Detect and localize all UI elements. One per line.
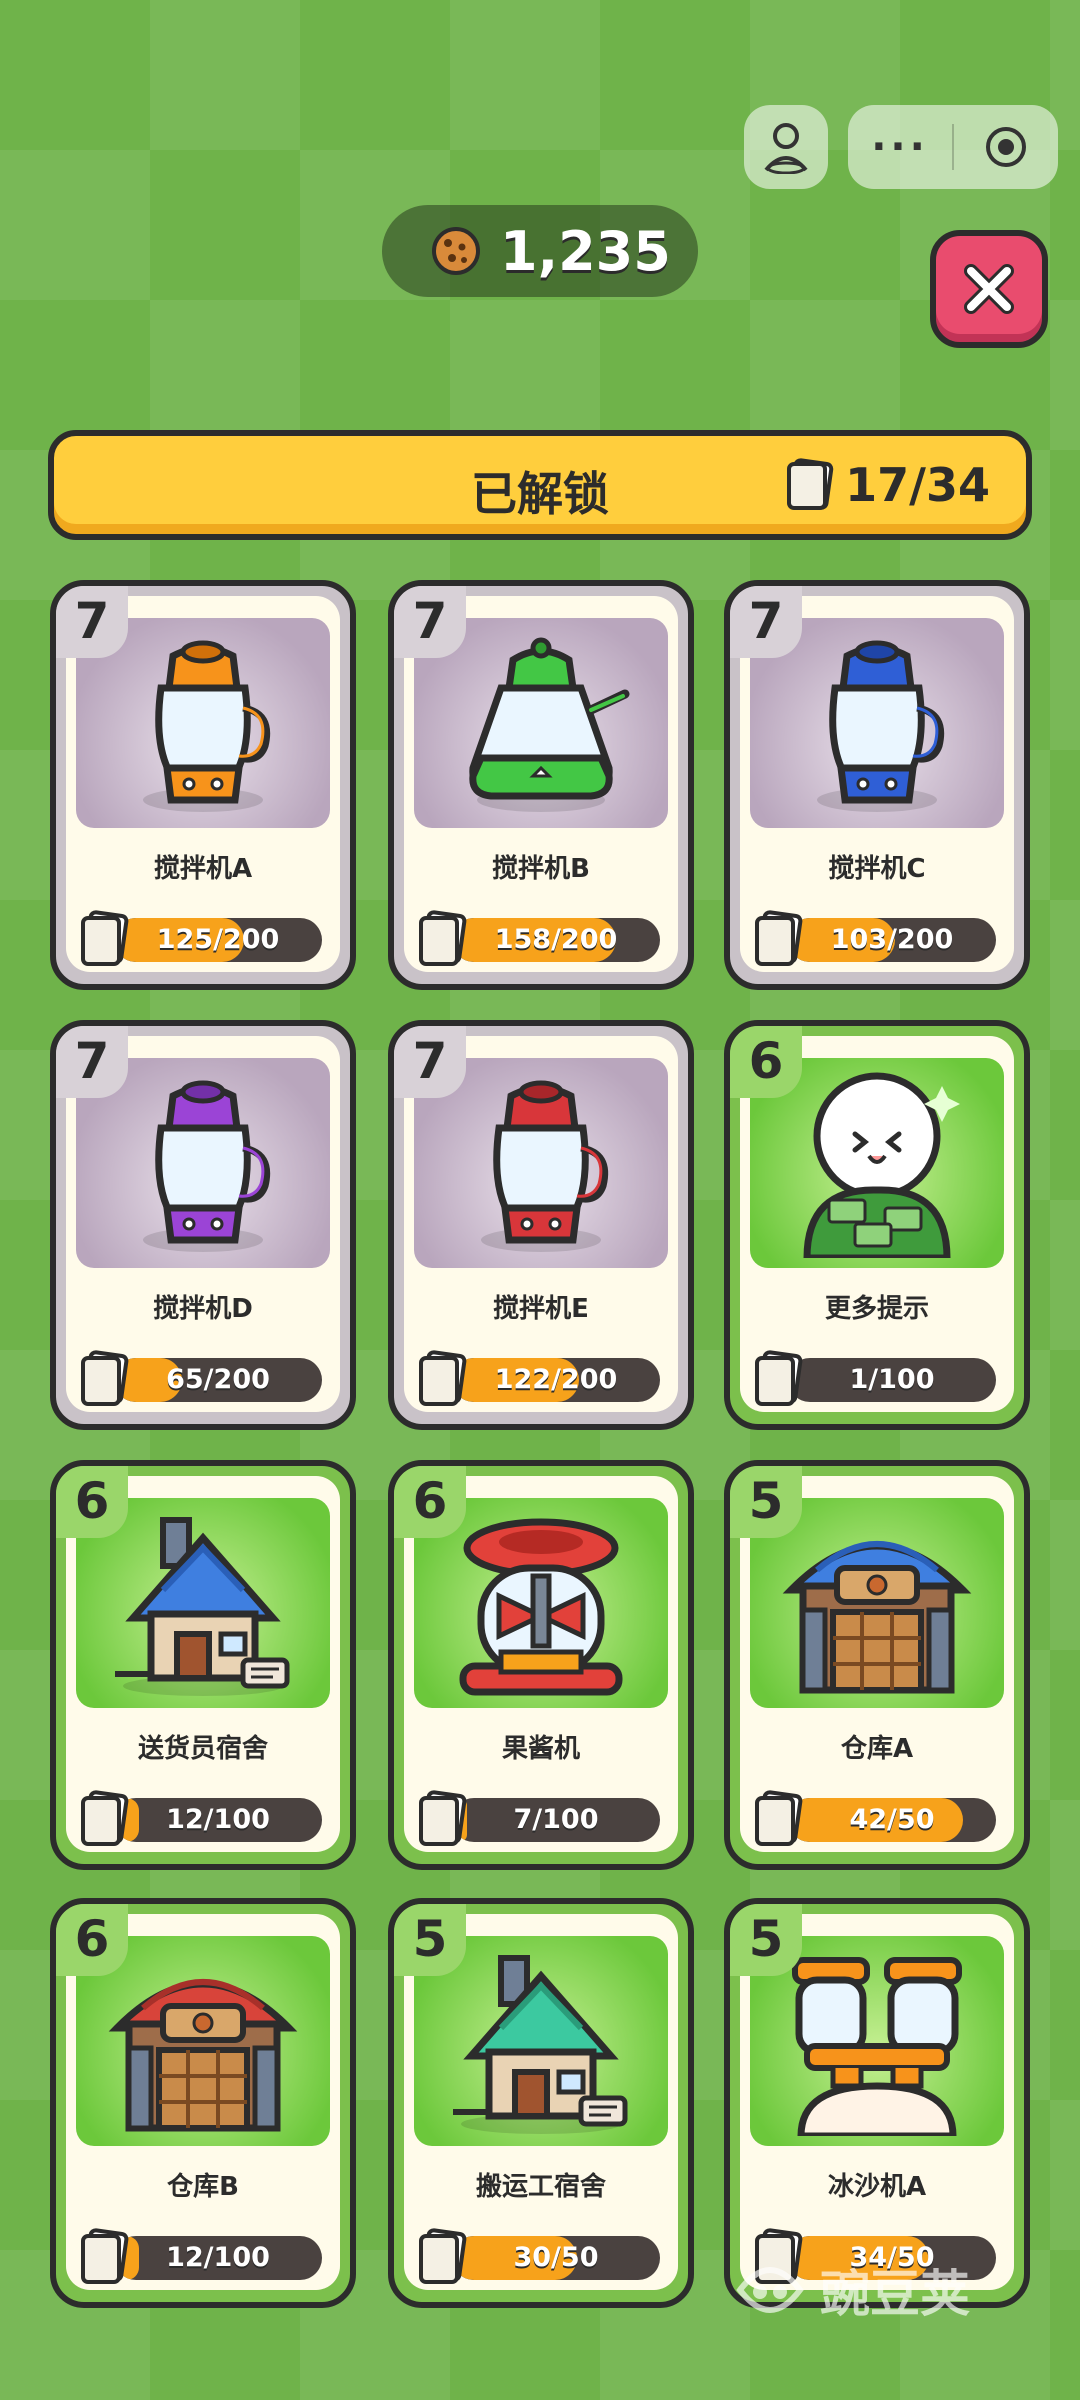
card-scroll-icon [752,1790,804,1848]
building-card[interactable]: 送货员宿舍 12/100 6 [50,1460,356,1870]
building-card[interactable]: 更多提示 1/100 6 [724,1020,1030,1430]
exit-miniprogram-button[interactable] [954,124,1058,170]
card-name: 搅拌机E [493,1294,589,1324]
card-name: 搅拌机A [153,854,253,884]
target-icon [986,127,1026,167]
building-card[interactable]: 搅拌机C 103/200 7 [724,580,1030,990]
card-scroll-icon [416,1350,468,1408]
close-icon [964,264,1014,314]
card-name: 果酱机 [501,1734,580,1764]
progress-bar: 7/100 [452,1798,660,1842]
progress-text: 158/200 [494,924,618,955]
card-scroll-icon [78,1790,130,1848]
level-badge: 7 [56,586,128,658]
progress-bar: 158/200 [452,918,660,962]
close-button[interactable] [930,230,1048,348]
level-badge: 7 [394,1026,466,1098]
unlocked-count-text: 17/34 [845,458,990,512]
card-name: 冰沙机A [827,2172,927,2202]
building-card[interactable]: 搅拌机A 125/200 7 [50,580,356,990]
pea-logo-icon [736,2267,804,2313]
cookie-icon [432,227,480,275]
level-badge: 5 [394,1904,466,1976]
progress-text: 125/200 [156,924,280,955]
card-scroll-icon [416,2228,468,2286]
card-stack-icon [787,458,834,510]
progress-bar: 12/100 [114,1798,322,1842]
person-icon [764,123,808,174]
progress-text: 1/100 [849,1364,935,1395]
card-scroll-icon [752,1350,804,1408]
miniprogram-capsule: ··· [848,105,1058,189]
building-card[interactable]: 搬运工宿舍 30/50 5 [388,1898,694,2308]
more-button[interactable]: ··· [848,124,952,170]
card-name: 搬运工宿舍 [475,2172,606,2202]
level-badge: 7 [394,586,466,658]
progress-bar: 12/100 [114,2236,322,2280]
progress-bar: 1/100 [788,1358,996,1402]
level-badge: 7 [730,586,802,658]
progress-bar: 30/50 [452,2236,660,2280]
building-card[interactable]: 搅拌机B 158/200 7 [388,580,694,990]
progress-bar: 125/200 [114,918,322,962]
progress-text: 65/200 [166,1364,270,1395]
unlocked-count: 17/34 [785,458,990,512]
card-scroll-icon [416,910,468,968]
progress-text: 7/100 [513,1804,599,1835]
building-card[interactable]: 搅拌机D 65/200 7 [50,1020,356,1430]
card-scroll-icon [78,910,130,968]
card-scroll-icon [78,1350,130,1408]
progress-text: 12/100 [166,2242,270,2273]
building-card[interactable]: 搅拌机E 122/200 7 [388,1020,694,1430]
level-badge: 5 [730,1904,802,1976]
watermark: 豌豆荚 [730,2250,970,2330]
card-name: 搅拌机D [153,1294,253,1324]
card-name: 仓库A [840,1734,914,1764]
building-card[interactable]: 仓库B 12/100 6 [50,1898,356,2308]
card-name: 搅拌机B [492,854,590,884]
card-scroll-icon [78,2228,130,2286]
card-name: 仓库B [167,2172,239,2202]
level-badge: 5 [730,1466,802,1538]
progress-bar: 103/200 [788,918,996,962]
progress-bar: 65/200 [114,1358,322,1402]
coin-amount: 1,235 [500,219,671,283]
card-name: 搅拌机C [828,854,926,884]
level-badge: 6 [56,1904,128,1976]
card-name: 送货员宿舍 [137,1734,268,1764]
profile-button[interactable] [744,105,828,189]
progress-text: 12/100 [166,1804,270,1835]
card-scroll-icon [752,910,804,968]
building-card[interactable]: 果酱机 7/100 6 [388,1460,694,1870]
unlocked-banner: 已解锁 17/34 [48,430,1032,540]
level-badge: 6 [394,1466,466,1538]
progress-text: 42/50 [849,1804,935,1835]
watermark-text: 豌豆荚 [820,2265,970,2323]
card-name: 更多提示 [824,1294,929,1324]
level-badge: 6 [56,1466,128,1538]
progress-text: 30/50 [513,2242,599,2273]
progress-text: 103/200 [830,924,954,955]
progress-text: 122/200 [494,1364,618,1395]
level-badge: 6 [730,1026,802,1098]
progress-bar: 42/50 [788,1798,996,1842]
level-badge: 7 [56,1026,128,1098]
coin-counter: 1,235 [382,205,698,297]
building-card[interactable]: 仓库A 42/50 5 [724,1460,1030,1870]
building-card[interactable]: 冰沙机A 34/50 5 [724,1898,1030,2308]
progress-bar: 122/200 [452,1358,660,1402]
card-scroll-icon [416,1790,468,1848]
